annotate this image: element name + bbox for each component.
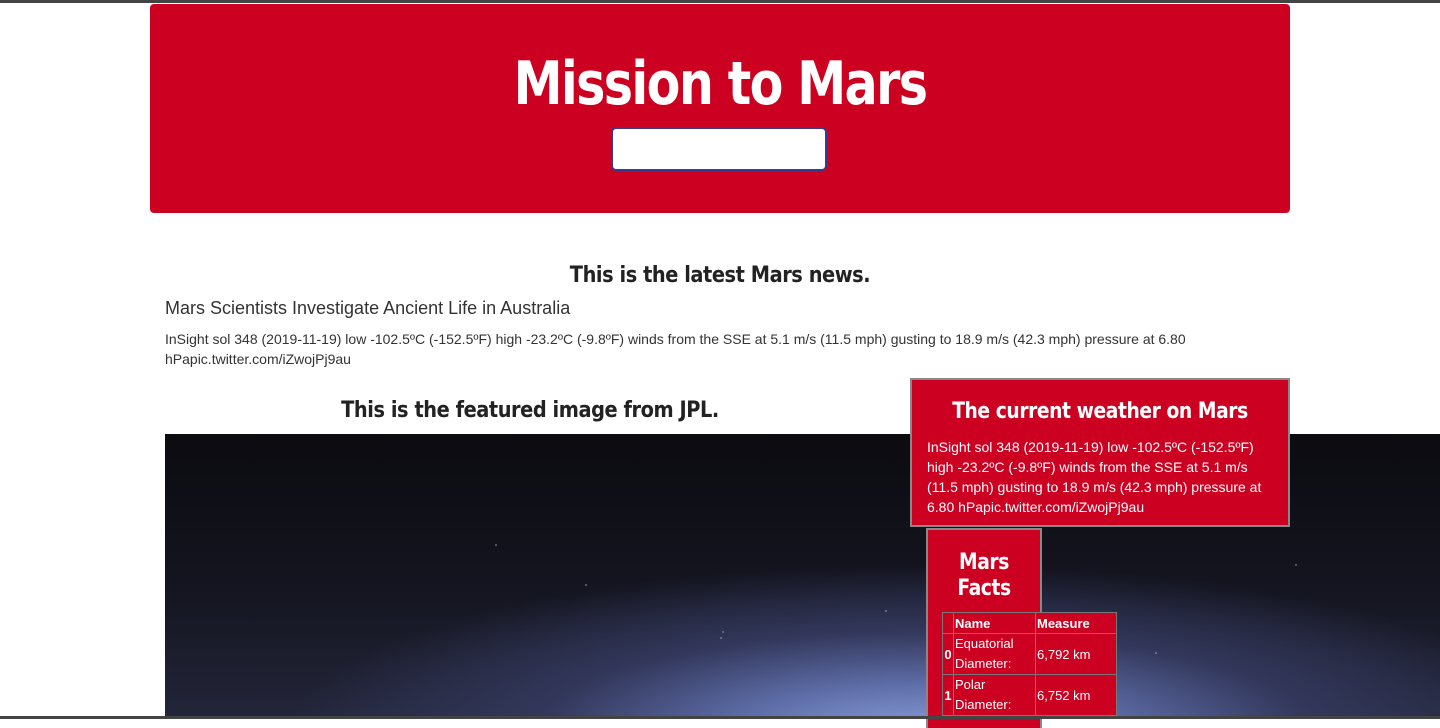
weather-text: InSight sol 348 (2019-11-19) low -102.5º… <box>927 439 1262 515</box>
star-dot <box>495 544 497 546</box>
header-jumbotron: Mission to Mars <box>150 4 1290 213</box>
star-dot <box>720 637 722 639</box>
star-dot <box>722 631 724 633</box>
table-row: 0 Equatorial Diameter: 6,792 km <box>942 633 1117 675</box>
weather-panel: The current weather on Mars InSight sol … <box>910 378 1290 527</box>
page-title: Mission to Mars <box>513 49 928 119</box>
row-index: 0 <box>942 633 954 675</box>
measure-column-header: Measure <box>1035 612 1117 634</box>
window-top-border <box>0 0 1440 3</box>
news-paragraph: InSight sol 348 (2019-11-19) low -102.5º… <box>165 331 1186 367</box>
featured-image-heading: This is the featured image from JPL. <box>341 398 719 423</box>
fact-measure: 6,792 km <box>1035 633 1117 675</box>
news-title: Mars Scientists Investigate Ancient Life… <box>165 298 571 318</box>
fact-name: Equatorial Diameter: <box>953 633 1036 675</box>
fact-name: Polar Diameter: <box>953 674 1036 716</box>
facts-table: Name Measure 0 Equatorial Diameter: 6,79… <box>942 612 1117 716</box>
star-dot <box>885 610 887 612</box>
star-dot <box>585 584 587 586</box>
name-column-header: Name <box>953 612 1036 634</box>
row-index: 1 <box>942 674 954 716</box>
facts-header-row: Name Measure <box>942 612 1117 634</box>
weather-heading: The current weather on Mars <box>952 399 1248 424</box>
index-column-header <box>942 612 954 634</box>
fact-measure: 6,752 km <box>1035 674 1117 716</box>
facts-heading: Mars Facts <box>957 550 1011 601</box>
star-dot <box>1155 652 1157 654</box>
scrape-button[interactable] <box>611 127 827 171</box>
news-section-heading: This is the latest Mars news. <box>569 263 871 288</box>
star-dot <box>1295 564 1297 566</box>
table-row: 1 Polar Diameter: 6,752 km <box>942 674 1117 716</box>
